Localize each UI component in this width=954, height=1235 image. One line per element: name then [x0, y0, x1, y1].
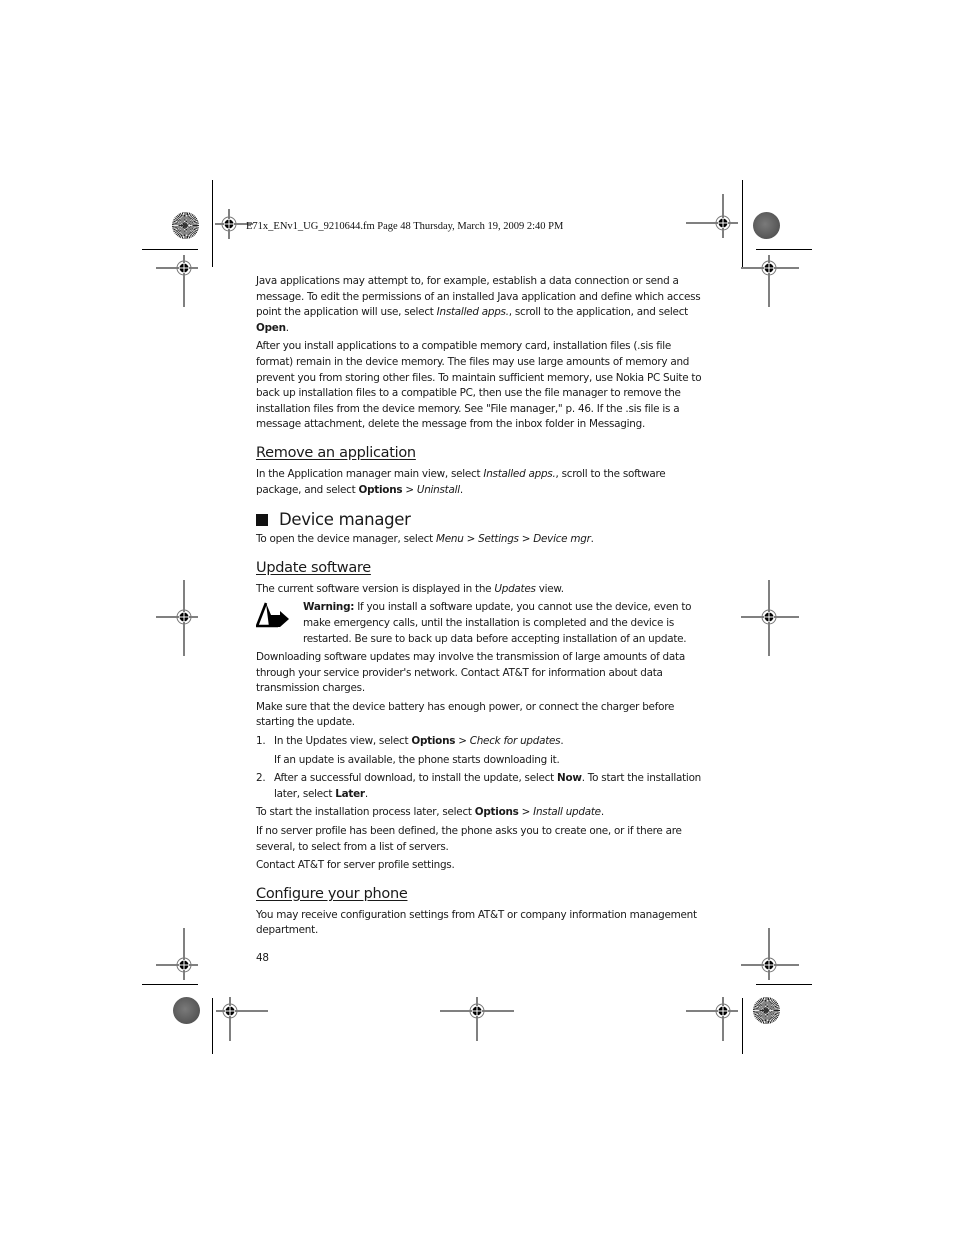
ui-command: Options: [411, 735, 456, 748]
text: The current software version is displaye…: [256, 582, 495, 595]
crop-mark: [742, 180, 743, 267]
ui-term: Installed apps.: [483, 467, 556, 480]
ui-command: Later: [335, 787, 365, 800]
step-item: 2. After a successful download, to insta…: [256, 771, 704, 802]
device-manager-paragraph: To open the device manager, select Menu …: [256, 532, 704, 548]
warning-note: Warning: If you install a software updat…: [256, 600, 704, 647]
text: .: [285, 321, 289, 334]
page-content: Java applications may attempt to, for ex…: [256, 274, 704, 967]
section-heading-update-software: Update software: [256, 559, 371, 576]
text: >: [518, 806, 534, 819]
update-paragraph-5: If no server profile has been defined, t…: [256, 825, 682, 853]
ui-term: Check for updates: [469, 735, 561, 748]
text: After a successful download, to install …: [274, 772, 557, 785]
text: To open the device manager, select: [256, 533, 436, 546]
crop-mark: [756, 249, 812, 250]
color-target-icon: [173, 997, 200, 1024]
ui-term: Settings: [478, 533, 519, 546]
step-item: 1. In the Updates view, select Options >…: [256, 734, 704, 768]
ui-command: Open: [256, 321, 286, 334]
registration-mark-icon: [216, 997, 268, 1041]
text: .: [459, 483, 463, 496]
text: .: [590, 533, 594, 546]
section-heading-remove-application: Remove an application: [256, 444, 416, 461]
registration-mark-icon: [741, 928, 799, 980]
crop-mark: [742, 998, 743, 1054]
color-target-icon: [753, 212, 780, 239]
update-paragraph-4: To start the installation process later,…: [256, 805, 704, 821]
text: In the Updates view, select: [274, 735, 412, 748]
update-steps: 1. In the Updates view, select Options >…: [256, 734, 704, 802]
update-paragraph-1: The current software version is displaye…: [256, 582, 704, 598]
intro-paragraph-2: After you install applications to a comp…: [256, 340, 702, 431]
ui-command: Options: [358, 483, 403, 496]
square-bullet-icon: [256, 514, 268, 527]
text: >: [402, 483, 417, 496]
crop-mark: [142, 249, 198, 250]
registration-mark-icon: [686, 194, 738, 238]
color-target-icon: [172, 212, 199, 239]
crop-mark: [756, 984, 812, 985]
text: view.: [535, 582, 564, 595]
registration-mark-icon: [156, 255, 198, 307]
ui-term: Updates: [494, 582, 536, 595]
ui-term: Install update: [533, 806, 601, 819]
text: To start the installation process later,…: [256, 806, 475, 819]
ui-term: Menu: [436, 533, 464, 546]
text: , scroll to the application, and select: [508, 306, 688, 319]
text: >: [463, 533, 479, 546]
configure-paragraph: You may receive configuration settings f…: [256, 908, 697, 937]
registration-mark-icon: [156, 580, 198, 656]
update-paragraph-2: Downloading software updates may involve…: [256, 651, 685, 695]
update-paragraph-6: Contact AT&T for server profile settings…: [256, 859, 455, 872]
registration-mark-icon: [741, 580, 799, 656]
ui-command: Options: [474, 806, 519, 819]
section-heading-configure-phone: Configure your phone: [256, 885, 408, 902]
crop-mark: [212, 998, 213, 1054]
text: .: [600, 806, 604, 819]
text: >: [455, 735, 470, 748]
warning-text: If you install a software update, you ca…: [303, 601, 692, 645]
ui-command: Now: [557, 772, 582, 785]
manual-page: E71x_ENv1_UG_9210644.fm Page 48 Thursday…: [0, 0, 954, 1235]
text: >: [518, 533, 534, 546]
registration-mark-icon: [686, 997, 738, 1041]
registration-mark-icon: [440, 997, 514, 1041]
update-paragraph-3: Make sure that the device battery has en…: [256, 700, 675, 729]
registration-mark-icon: [741, 255, 799, 307]
text: In the Application manager main view, se…: [256, 467, 484, 480]
step-number: 1.: [256, 735, 266, 748]
heading-text: Device manager: [279, 510, 411, 530]
step-number: 2.: [256, 772, 266, 785]
crop-mark: [142, 984, 198, 985]
crop-mark: [212, 180, 213, 267]
remove-paragraph: In the Application manager main view, se…: [256, 467, 704, 498]
ui-term: Device mgr: [533, 533, 591, 546]
text: .: [364, 787, 368, 800]
warning-icon: [256, 602, 289, 628]
file-slug: E71x_ENv1_UG_9210644.fm Page 48 Thursday…: [246, 221, 564, 232]
ui-term: Installed apps.: [436, 306, 509, 319]
warning-label: Warning:: [303, 601, 355, 614]
chapter-heading-device-manager: Device manager: [256, 510, 704, 530]
registration-mark-icon: [156, 928, 198, 980]
page-number: 48: [256, 952, 269, 964]
intro-paragraph-1: Java applications may attempt to, for ex…: [256, 274, 704, 336]
color-target-icon: [753, 997, 780, 1024]
step-note: If an update is available, the phone sta…: [274, 753, 560, 766]
ui-term: Uninstall: [416, 483, 460, 496]
text: .: [560, 735, 564, 748]
